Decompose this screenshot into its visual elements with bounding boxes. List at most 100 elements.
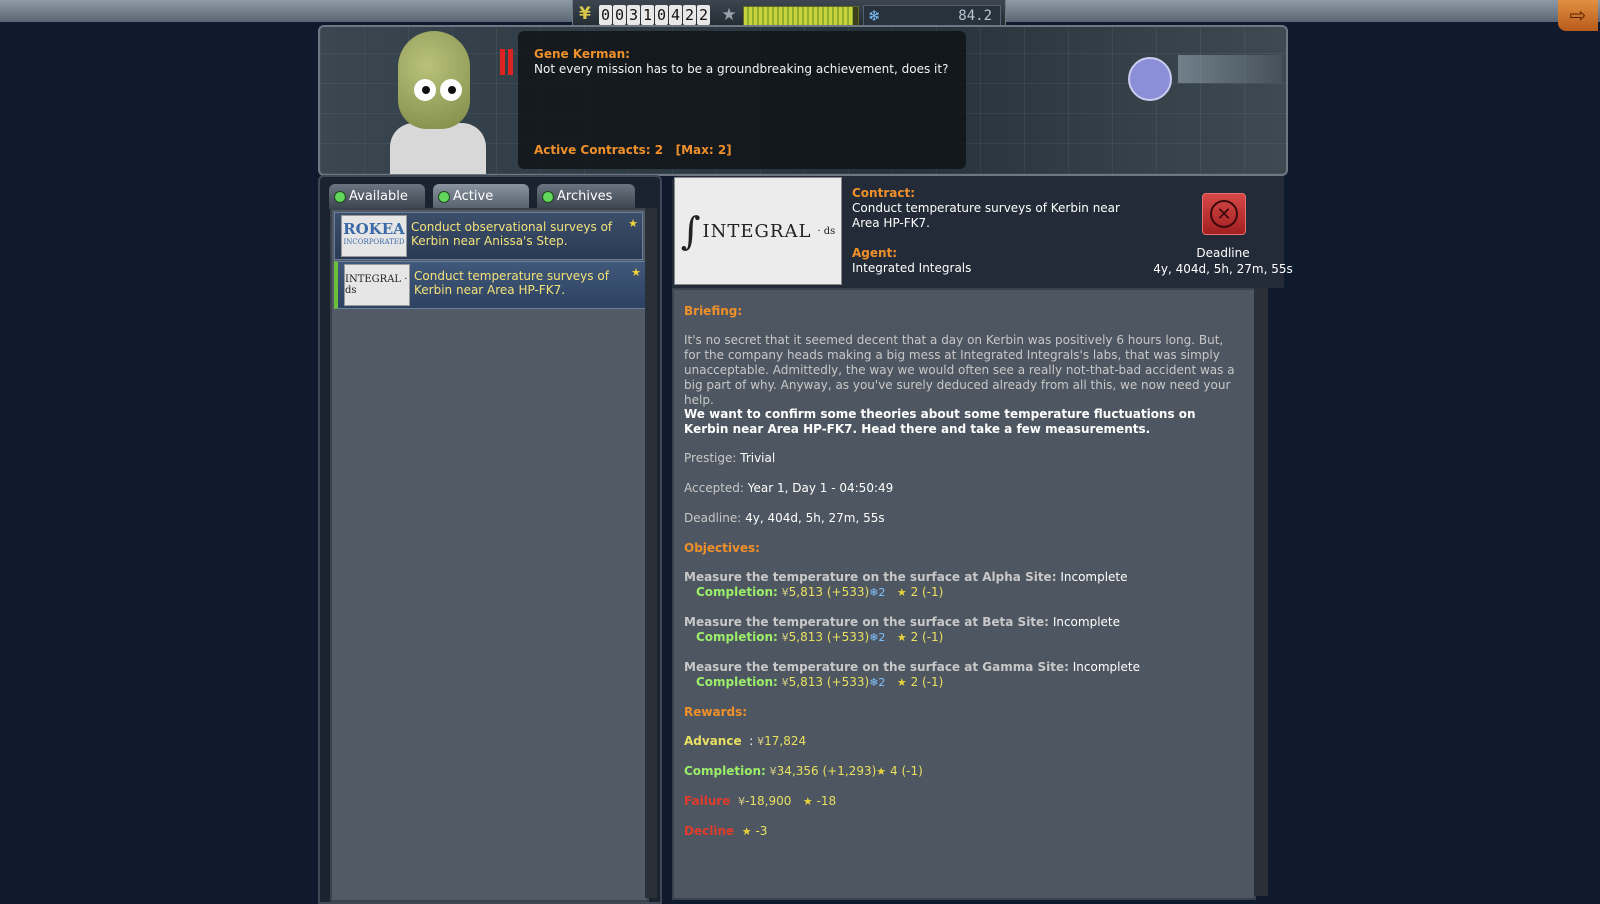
deadline-value: 4y, 404d, 5h, 27m, 55s	[1153, 262, 1293, 276]
agency-logo-text: ROKEA	[343, 220, 405, 238]
funds-icon: ¥	[781, 586, 789, 599]
failure-row: Failure ¥-18,900 ★ -18	[684, 794, 836, 809]
funds-icon: ¥	[738, 795, 746, 808]
kerbal-eye	[414, 79, 436, 101]
completion-rep-mod: (-1)	[901, 764, 923, 778]
objective-status: Incomplete	[1072, 660, 1140, 674]
contract-value: Conduct temperature surveys of Kerbin ne…	[852, 201, 1120, 230]
completion-rep: 4	[889, 764, 898, 778]
kerbal-eye	[440, 79, 462, 101]
failure-label: Failure	[684, 794, 731, 808]
objective-item: Measure the temperature on the surface a…	[684, 660, 1140, 690]
completion-label: Completion:	[696, 675, 778, 689]
accepted-value: Year 1, Day 1 - 04:50:49	[747, 481, 894, 495]
agent-label: Agent:	[852, 246, 898, 260]
contract-header: ∫ INTEGRAL · ds Contract: Conduct temper…	[672, 176, 1293, 288]
tab-archives[interactable]: Archives	[537, 184, 635, 209]
list-scrollbar[interactable]	[645, 208, 657, 898]
funds-icon: ¥	[769, 765, 777, 778]
objective-science: 2	[878, 586, 886, 599]
advance-label: Advance	[684, 734, 742, 748]
funds-digit: 3	[627, 5, 640, 25]
deadline-label: Deadline	[1196, 246, 1250, 260]
objective-status: Incomplete	[1060, 570, 1128, 584]
accepted-label: Accepted:	[684, 481, 744, 495]
deadline-row: Deadline: 4y, 404d, 5h, 27m, 55s	[684, 511, 885, 526]
prestige-label: Prestige:	[684, 451, 737, 465]
funds-digit: 4	[669, 5, 682, 25]
objective-rep-mod: (-1)	[922, 630, 944, 644]
star-icon: ★	[741, 825, 752, 838]
star-icon: ★	[896, 631, 907, 644]
objective-text: Measure the temperature on the surface a…	[684, 570, 1057, 584]
funds-counter: 0 0 3 1 0 4 2 2	[599, 5, 710, 25]
accepted-row: Accepted: Year 1, Day 1 - 04:50:49	[684, 481, 893, 496]
funds-icon: ¥	[781, 676, 789, 689]
completion-reward-row: Completion: ¥34,356 (+1,293)★ 4 (-1)	[684, 764, 923, 779]
briefing-text: It's no secret that it seemed decent tha…	[684, 333, 1235, 407]
tab-available[interactable]: Available	[329, 184, 425, 209]
cancel-contract-button[interactable]: ✕	[1202, 193, 1246, 235]
objective-funds-bonus: (+533)	[826, 675, 870, 689]
agency-logo: INTEGRAL · ds	[344, 264, 410, 306]
completion-funds-bonus: (+1,293)	[822, 764, 877, 778]
objective-funds-bonus: (+533)	[826, 585, 870, 599]
objective-funds: 5,813	[788, 585, 824, 599]
advance-row: Advance : ¥17,824	[684, 734, 807, 748]
completion-reward-label: Completion:	[684, 764, 766, 778]
contract-list: ROKEA INCORPORATED Conduct observational…	[330, 208, 649, 902]
mission-control-banner: Gene Kerman: Not every mission has to be…	[318, 25, 1288, 176]
funds-digit: 1	[641, 5, 654, 25]
dialog-box: Gene Kerman: Not every mission has to be…	[518, 31, 966, 169]
tab-active[interactable]: Active	[433, 184, 529, 209]
funds-digit: 0	[613, 5, 626, 25]
contract-list-item-selected[interactable]: INTEGRAL · ds Conduct temperature survey…	[334, 261, 646, 309]
contracts-list-panel: Available Active Archives ROKEA INCORPOR…	[318, 175, 662, 904]
star-icon: ★	[802, 795, 813, 808]
speech-text: Not every mission has to be a groundbrea…	[534, 62, 949, 76]
prestige-row: Prestige: Trivial	[684, 451, 775, 466]
agency-logo-subtext: INCORPORATED	[343, 238, 405, 246]
contract-details: Briefing: It's no secret that it seemed …	[672, 288, 1256, 900]
objective-text: Measure the temperature on the surface a…	[684, 615, 1049, 629]
objective-item: Measure the temperature on the surface a…	[684, 570, 1128, 600]
agent-value: Integrated Integrals	[852, 261, 972, 275]
prestige-value: Trivial	[740, 451, 776, 465]
deadline-detail-label: Deadline:	[684, 511, 742, 525]
objective-funds-bonus: (+533)	[826, 630, 870, 644]
contract-list-item[interactable]: ROKEA INCORPORATED Conduct observational…	[334, 212, 643, 260]
funds-digit: 2	[683, 5, 696, 25]
kerbal-portrait	[398, 31, 470, 129]
briefing-label: Briefing:	[684, 304, 743, 318]
exit-button[interactable]: ⇨	[1558, 0, 1598, 31]
funds-icon: ¥	[781, 631, 789, 644]
objective-rep-mod: (-1)	[922, 675, 944, 689]
objective-rep-mod: (-1)	[922, 585, 944, 599]
star-icon: ★	[896, 586, 907, 599]
atom-icon: ❄	[868, 7, 881, 25]
objective-science: 2	[878, 631, 886, 644]
exit-icon: ⇨	[1569, 3, 1587, 27]
completion-label: Completion:	[696, 630, 778, 644]
funds-icon: ¥	[579, 4, 591, 24]
decline-rep: -3	[755, 824, 768, 838]
star-icon: ★	[896, 676, 907, 689]
cancel-icon: ✕	[1210, 200, 1238, 228]
lamp-decoration	[1178, 55, 1282, 83]
star-icon: ★	[721, 5, 737, 25]
objective-text: Measure the temperature on the surface a…	[684, 660, 1069, 674]
star-icon: ★	[628, 217, 638, 230]
reputation-bar	[743, 6, 859, 26]
red-bars-decoration	[500, 49, 514, 75]
failure-rep: -18	[816, 794, 837, 808]
detail-scrollbar[interactable]	[1254, 288, 1268, 896]
science-counter: ❄ 84.2	[863, 5, 1001, 27]
funds-digit: 2	[697, 5, 710, 25]
rewards-label: Rewards:	[684, 705, 748, 719]
agent-logo-f: ∫	[680, 209, 701, 253]
failure-funds: -18,900	[745, 794, 792, 808]
agent-logo-ds: · ds	[817, 225, 836, 237]
clock-decoration	[1128, 57, 1172, 101]
contract-label: Contract:	[852, 186, 915, 200]
contract-title: Conduct observational surveys of Kerbin …	[411, 220, 613, 248]
